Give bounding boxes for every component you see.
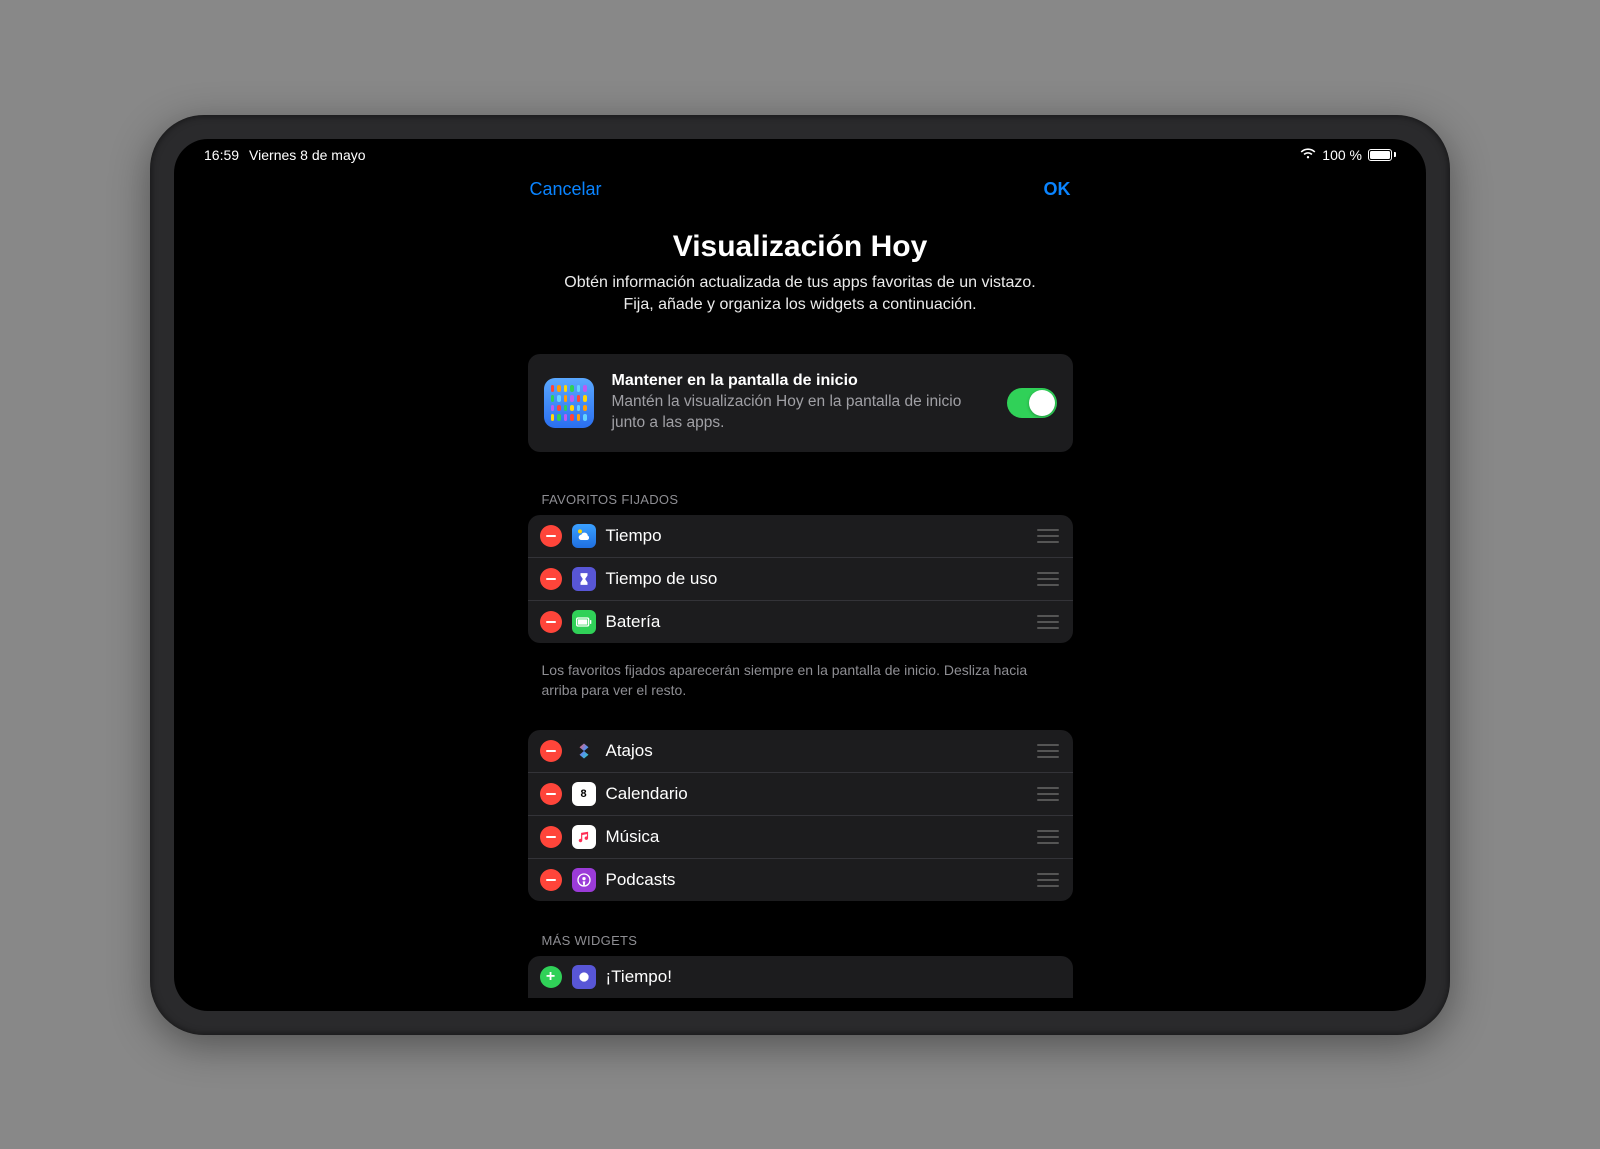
drag-handle-icon[interactable]: [1037, 787, 1059, 801]
keep-on-home-toggle[interactable]: [1007, 388, 1057, 418]
battery-percent: 100 %: [1322, 147, 1362, 163]
row-label: Podcasts: [606, 870, 1027, 890]
status-bar: 16:59 Viernes 8 de mayo 100 %: [174, 139, 1426, 163]
calendar-icon: 8: [572, 782, 596, 806]
ok-button[interactable]: OK: [1044, 179, 1071, 200]
list-item: ¡Tiempo!: [528, 956, 1073, 998]
list-item: Atajos: [528, 730, 1073, 773]
music-icon: [572, 825, 596, 849]
hourglass-icon: [572, 567, 596, 591]
remove-button[interactable]: [540, 611, 562, 633]
keep-on-home-card: Mantener en la pantalla de inicio Mantén…: [528, 354, 1073, 452]
more-widgets-header: MÁS WIDGETS: [528, 933, 1073, 956]
list-item: Tiempo: [528, 515, 1073, 558]
remove-button[interactable]: [540, 568, 562, 590]
row-label: Tiempo: [606, 526, 1027, 546]
keep-card-desc: Mantén la visualización Hoy en la pantal…: [612, 392, 989, 434]
list-item: Podcasts: [528, 859, 1073, 901]
list-item: 8 Calendario: [528, 773, 1073, 816]
status-date: Viernes 8 de mayo: [249, 147, 365, 163]
page-title: Visualización Hoy: [528, 230, 1073, 264]
status-time: 16:59: [204, 147, 239, 163]
battery-app-icon: [572, 610, 596, 634]
row-label: Música: [606, 827, 1027, 847]
drag-handle-icon[interactable]: [1037, 529, 1059, 543]
drag-handle-icon[interactable]: [1037, 744, 1059, 758]
weather-icon: [572, 524, 596, 548]
drag-handle-icon[interactable]: [1037, 873, 1059, 887]
add-button[interactable]: [540, 966, 562, 988]
remove-button[interactable]: [540, 783, 562, 805]
row-label: Tiempo de uso: [606, 569, 1027, 589]
row-label: Batería: [606, 612, 1027, 632]
pinned-section-footer: Los favoritos fijados aparecerán siempre…: [528, 653, 1073, 700]
shortcuts-icon: [572, 739, 596, 763]
pinned-list: Tiempo Tiempo de uso: [528, 515, 1073, 643]
screen: 16:59 Viernes 8 de mayo 100 % Cancelar O…: [174, 139, 1426, 1011]
remove-button[interactable]: [540, 525, 562, 547]
podcasts-icon: [572, 868, 596, 892]
keep-card-title: Mantener en la pantalla de inicio: [612, 372, 989, 390]
drag-handle-icon[interactable]: [1037, 830, 1059, 844]
favorites-list: Atajos 8 Calendario Música: [528, 730, 1073, 901]
tiempo-app-icon: [572, 965, 596, 989]
cancel-button[interactable]: Cancelar: [530, 179, 602, 200]
page-subtitle: Obtén información actualizada de tus app…: [528, 272, 1073, 317]
pinned-section-header: FAVORITOS FIJADOS: [528, 492, 1073, 515]
row-label: Atajos: [606, 741, 1027, 761]
remove-button[interactable]: [540, 740, 562, 762]
modal-nav: Cancelar OK: [528, 175, 1073, 200]
row-label: Calendario: [606, 784, 1027, 804]
wifi-icon: [1300, 147, 1316, 163]
row-label: ¡Tiempo!: [606, 967, 1059, 987]
list-item: Batería: [528, 601, 1073, 643]
battery-icon: [1368, 149, 1396, 161]
drag-handle-icon[interactable]: [1037, 572, 1059, 586]
list-item: Tiempo de uso: [528, 558, 1073, 601]
remove-button[interactable]: [540, 869, 562, 891]
today-view-icon: [544, 378, 594, 428]
drag-handle-icon[interactable]: [1037, 615, 1059, 629]
list-item: Música: [528, 816, 1073, 859]
ipad-device-frame: 16:59 Viernes 8 de mayo 100 % Cancelar O…: [150, 115, 1450, 1035]
remove-button[interactable]: [540, 826, 562, 848]
